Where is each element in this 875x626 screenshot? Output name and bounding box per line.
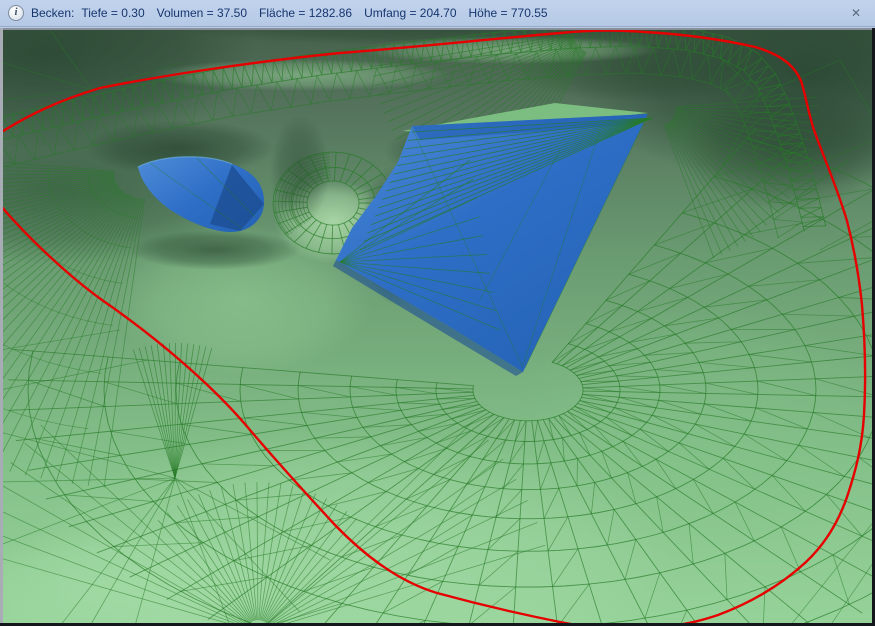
metric-volumen: Volumen = 37.50 (157, 6, 247, 20)
info-prefix: Becken: (31, 6, 74, 20)
metric-umfang: Umfang = 204.70 (364, 6, 456, 20)
close-icon[interactable]: ✕ (845, 5, 867, 21)
3d-terrain-viewport[interactable] (0, 28, 875, 626)
info-bar-text: Becken: Tiefe = 0.30 Volumen = 37.50 Fläche… (31, 6, 560, 20)
metric-hoehe: Höhe = 770.55 (469, 6, 548, 20)
application-window: i Becken: Tiefe = 0.30 Volumen = 37.50 Fläc… (0, 0, 875, 626)
info-icon: i (8, 5, 24, 21)
terrain-scene[interactable] (0, 28, 875, 626)
info-bar: i Becken: Tiefe = 0.30 Volumen = 37.50 Fläc… (0, 0, 875, 27)
metric-tiefe: Tiefe = 0.30 (81, 6, 144, 20)
metric-flaeche: Fläche = 1282.86 (259, 6, 352, 20)
